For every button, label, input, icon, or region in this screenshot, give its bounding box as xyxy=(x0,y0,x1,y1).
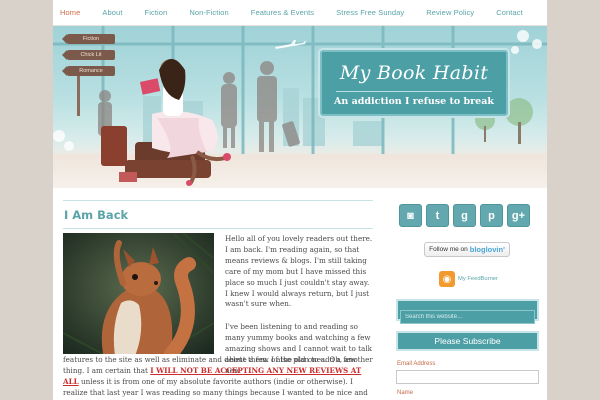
reading-girl-illustration xyxy=(101,59,231,186)
nav-fiction[interactable]: Fiction xyxy=(134,8,179,17)
feedburner-link[interactable]: ◉ My FeedBurner xyxy=(439,271,498,287)
site-tagline: An addiction I refuse to break xyxy=(334,96,494,107)
rss-icon[interactable]: ◉ xyxy=(439,271,455,287)
social-icons: ◙ t g p g+ xyxy=(399,204,530,227)
post-paragraph-1: Hello all of you lovely readers out ther… xyxy=(225,234,373,309)
sign-fiction: Fiction xyxy=(62,34,115,44)
nav-features-events[interactable]: Features & Events xyxy=(240,8,325,17)
nav-about[interactable]: About xyxy=(91,8,133,17)
bloglovin-prefix: Follow me on xyxy=(429,246,468,253)
post-title[interactable]: I Am Back xyxy=(63,200,373,229)
instagram-icon[interactable]: ◙ xyxy=(399,204,422,227)
site-title-banner[interactable]: My Book Habit An addiction I refuse to b… xyxy=(320,50,508,116)
post-paragraph-2-text-end: unless it is from one of my absolute fav… xyxy=(63,376,368,400)
main-content: I Am Back Hello all of you lovely reader… xyxy=(63,200,373,400)
post-paragraph-2-cont: features to the site as well as eliminat… xyxy=(63,355,373,400)
email-label: Email Address xyxy=(397,361,436,367)
nav-home[interactable]: Home xyxy=(53,8,91,17)
bloglovin-brand: bloglovin' xyxy=(469,245,505,254)
page: Home About Fiction Non-Fiction Features … xyxy=(53,0,547,400)
nav-review-policy[interactable]: Review Policy xyxy=(415,8,485,17)
search-box xyxy=(396,299,539,324)
site-title[interactable]: My Book Habit xyxy=(322,62,506,84)
twitter-icon[interactable]: t xyxy=(426,204,449,227)
site-header[interactable]: Fiction Chick Lit Romance My Book Habit … xyxy=(53,26,547,188)
subscribe-button[interactable]: Please Subscribe xyxy=(396,331,539,351)
sidebar: ◙ t g p g+ Follow me on bloglovin' ◉ My … xyxy=(396,200,539,400)
nav-stress-free-sunday[interactable]: Stress Free Sunday xyxy=(325,8,415,17)
name-label: Name xyxy=(397,390,414,396)
squirrel-photo xyxy=(63,233,214,354)
goodreads-icon[interactable]: g xyxy=(453,204,476,227)
nav-contact[interactable]: Contact xyxy=(485,8,534,17)
google-plus-icon[interactable]: g+ xyxy=(507,204,530,227)
email-field[interactable] xyxy=(396,370,539,384)
feedburner-label[interactable]: My FeedBurner xyxy=(458,276,498,282)
search-input[interactable] xyxy=(400,310,535,324)
main-nav: Home About Fiction Non-Fiction Features … xyxy=(53,0,547,26)
bloglovin-follow-button[interactable]: Follow me on bloglovin' xyxy=(424,242,510,257)
pinterest-icon[interactable]: p xyxy=(480,204,503,227)
title-divider xyxy=(336,91,492,92)
nav-non-fiction[interactable]: Non-Fiction xyxy=(178,8,239,17)
